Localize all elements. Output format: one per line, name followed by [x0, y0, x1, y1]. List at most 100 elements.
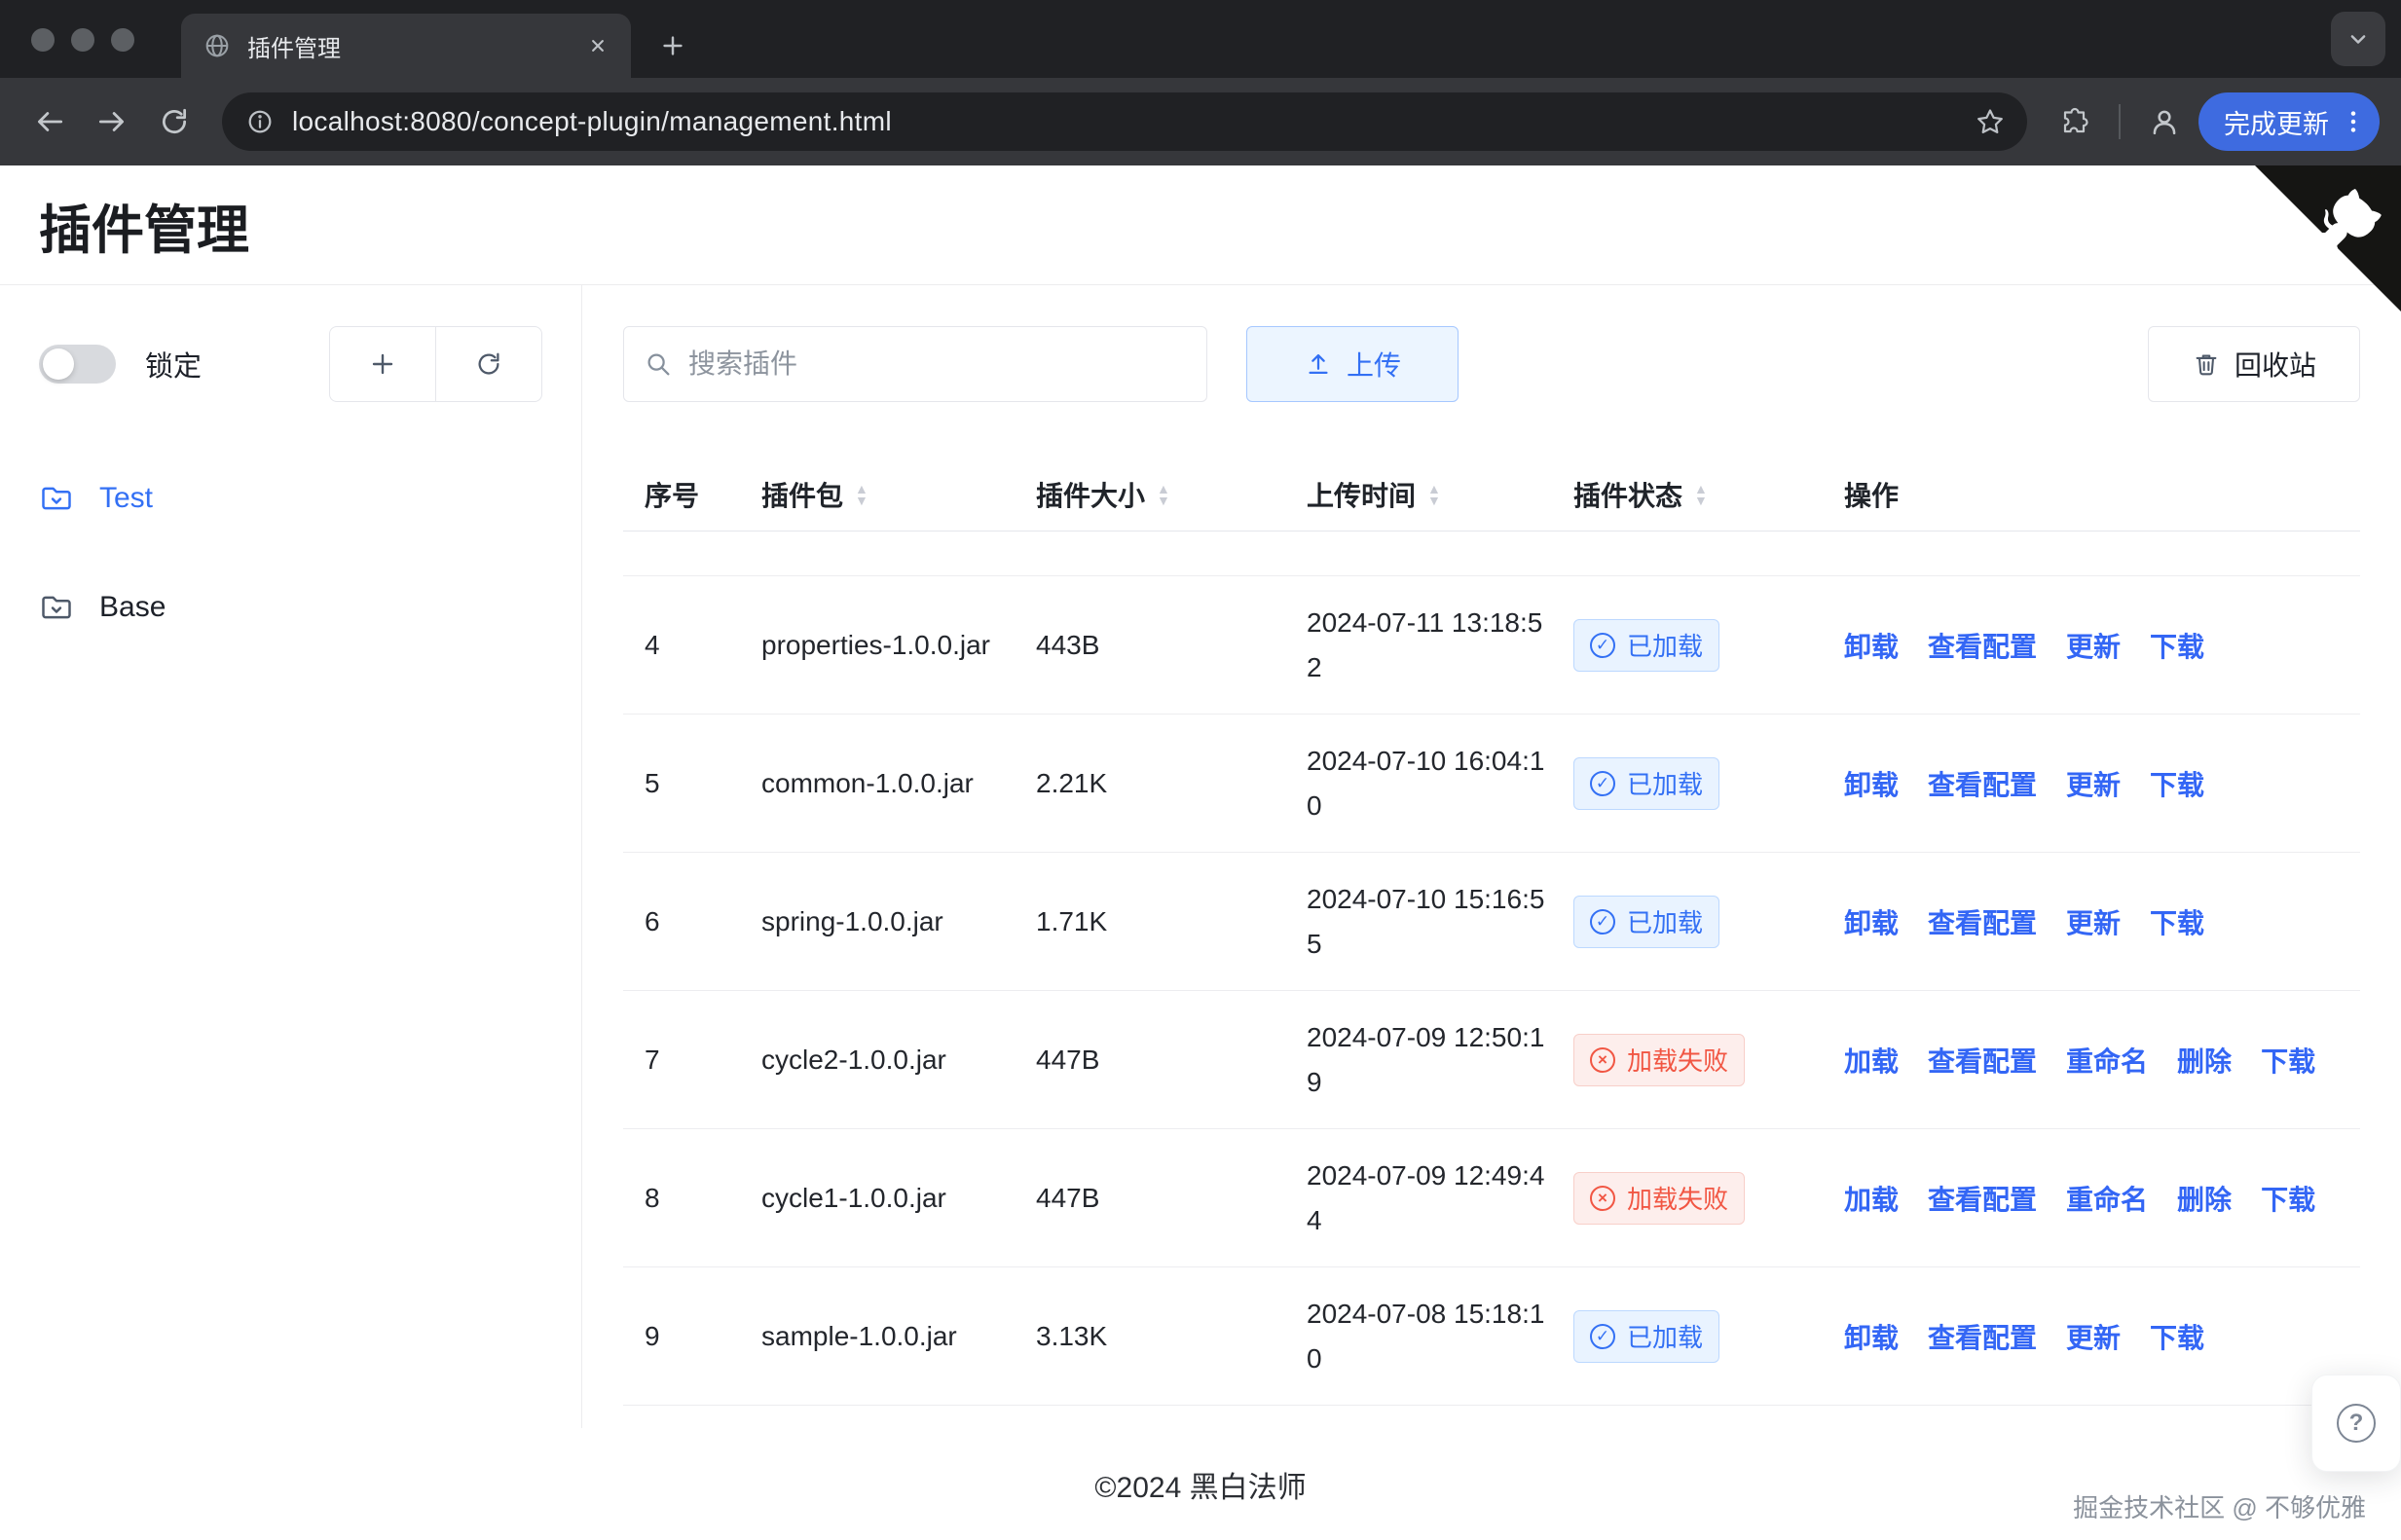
table-row-clipped [623, 532, 2360, 576]
row-index: 8 [645, 1183, 761, 1214]
action-link[interactable]: 更新 [2066, 626, 2121, 665]
status-icon: ✓ [1590, 909, 1615, 935]
window-zoom-button[interactable] [111, 28, 134, 52]
column-header: 操作 [1844, 475, 2360, 514]
status-badge: × 加载失败 [1573, 1034, 1745, 1086]
action-link[interactable]: 查看配置 [1928, 1041, 2037, 1080]
window-close-button[interactable] [31, 28, 55, 52]
table-row: 5 common-1.0.0.jar 2.21K 2024-07-10 16:0… [623, 715, 2360, 853]
column-header: 插件状态▲▼ [1573, 475, 1844, 514]
page-title: 插件管理 [39, 187, 249, 264]
search-plugin-box [623, 326, 1207, 402]
update-browser-button[interactable]: 完成更新 [2198, 92, 2380, 151]
help-button[interactable]: ? [2311, 1375, 2401, 1472]
plugin-size: 447B [1036, 1045, 1307, 1076]
action-link[interactable]: 卸载 [1844, 626, 1899, 665]
sort-toggle[interactable]: ▲▼ [1427, 483, 1441, 506]
github-corner-icon[interactable] [2255, 165, 2401, 312]
action-link[interactable]: 加载 [1844, 1041, 1899, 1080]
table-row: 8 cycle1-1.0.0.jar 447B 2024-07-09 12:49… [623, 1129, 2360, 1267]
back-button[interactable] [21, 93, 78, 150]
table-row: 4 properties-1.0.0.jar 443B 2024-07-11 1… [623, 576, 2360, 715]
status-badge: ✓ 已加载 [1573, 1310, 1719, 1363]
row-index: 5 [645, 768, 761, 799]
recycle-bin-label: 回收站 [2235, 345, 2316, 384]
new-tab-button[interactable] [648, 21, 697, 70]
action-link[interactable]: 卸载 [1844, 902, 1899, 941]
folder-icon [39, 590, 74, 625]
tab-strip: 插件管理 [0, 0, 2401, 78]
status-icon: × [1590, 1186, 1615, 1211]
action-link[interactable]: 下载 [2261, 1041, 2315, 1080]
column-header: 插件包▲▼ [761, 475, 1036, 514]
action-link[interactable]: 加载 [1844, 1179, 1899, 1218]
row-actions: 加载查看配置重命名删除下载 [1844, 1179, 2360, 1218]
action-link[interactable]: 下载 [2261, 1179, 2315, 1218]
action-link[interactable]: 下载 [2150, 764, 2204, 803]
row-index: 4 [645, 630, 761, 661]
action-link[interactable]: 查看配置 [1928, 1317, 2037, 1356]
page-header: 插件管理 [0, 165, 2401, 285]
status-label: 已加载 [1627, 1318, 1703, 1354]
action-link[interactable]: 删除 [2177, 1041, 2232, 1080]
row-index: 7 [645, 1045, 761, 1076]
plugin-name: properties-1.0.0.jar [761, 623, 1036, 668]
action-link[interactable]: 重命名 [2066, 1179, 2148, 1218]
upload-time: 2024-07-11 13:18:52 [1307, 601, 1573, 690]
status-label: 已加载 [1627, 903, 1703, 939]
upload-time: 2024-07-09 12:49:44 [1307, 1154, 1573, 1243]
tab-close-icon[interactable] [580, 28, 615, 63]
action-link[interactable]: 更新 [2066, 902, 2121, 941]
recycle-bin-button[interactable]: 回收站 [2148, 326, 2360, 402]
search-input[interactable] [688, 348, 1187, 380]
action-link[interactable]: 重命名 [2066, 1041, 2148, 1080]
column-header: 上传时间▲▼ [1307, 475, 1573, 514]
upload-button[interactable]: 上传 [1246, 326, 1459, 402]
question-mark-icon: ? [2337, 1404, 2376, 1443]
table-header: 序号插件包▲▼插件大小▲▼上传时间▲▼插件状态▲▼操作 [623, 458, 2360, 532]
row-actions: 加载查看配置重命名删除下载 [1844, 1041, 2360, 1080]
action-link[interactable]: 更新 [2066, 764, 2121, 803]
action-link[interactable]: 查看配置 [1928, 902, 2037, 941]
action-link[interactable]: 下载 [2150, 902, 2204, 941]
row-actions: 卸载查看配置更新下载 [1844, 1317, 2360, 1356]
sort-toggle[interactable]: ▲▼ [1694, 483, 1708, 506]
action-link[interactable]: 查看配置 [1928, 764, 2037, 803]
toolbar-divider [2119, 104, 2121, 139]
profile-avatar-icon[interactable] [2136, 93, 2193, 150]
upload-icon [1304, 349, 1333, 379]
plugin-management-page: 插件管理 锁定 [0, 165, 2401, 1540]
sidebar-group-item[interactable]: Test [39, 474, 542, 523]
lock-toggle[interactable] [39, 345, 116, 384]
action-link[interactable]: 下载 [2150, 1317, 2204, 1356]
action-link[interactable]: 下载 [2150, 626, 2204, 665]
folder-icon [39, 481, 74, 516]
url-text[interactable]: localhost:8080/concept-plugin/management… [292, 106, 1957, 137]
action-link[interactable]: 卸载 [1844, 764, 1899, 803]
plugin-size: 1.71K [1036, 906, 1307, 937]
forward-button[interactable] [84, 93, 140, 150]
sort-toggle[interactable]: ▲▼ [855, 483, 868, 506]
tab-list-chevron-button[interactable] [2331, 12, 2385, 66]
window-minimize-button[interactable] [71, 28, 94, 52]
bookmark-star-icon[interactable] [1975, 106, 2006, 137]
action-link[interactable]: 查看配置 [1928, 626, 2037, 665]
refresh-groups-button[interactable] [435, 326, 542, 402]
browser-tab[interactable]: 插件管理 [181, 14, 631, 78]
reload-button[interactable] [146, 93, 203, 150]
sidebar-tree: Test Base [39, 474, 542, 632]
action-link[interactable]: 更新 [2066, 1317, 2121, 1356]
extensions-puzzle-icon[interactable] [2047, 93, 2103, 150]
action-link[interactable]: 查看配置 [1928, 1179, 2037, 1218]
action-link[interactable]: 删除 [2177, 1179, 2232, 1218]
upload-time: 2024-07-10 15:16:55 [1307, 877, 1573, 967]
status-icon: × [1590, 1047, 1615, 1073]
menu-kebab-icon[interactable] [2337, 97, 2370, 146]
add-group-button[interactable] [329, 326, 436, 402]
sort-toggle[interactable]: ▲▼ [1157, 483, 1170, 506]
address-bar[interactable]: localhost:8080/concept-plugin/management… [222, 92, 2027, 151]
update-button-label: 完成更新 [2224, 103, 2329, 141]
sidebar-group-item[interactable]: Base [39, 583, 542, 632]
action-link[interactable]: 卸载 [1844, 1317, 1899, 1356]
site-info-icon[interactable] [245, 107, 275, 136]
